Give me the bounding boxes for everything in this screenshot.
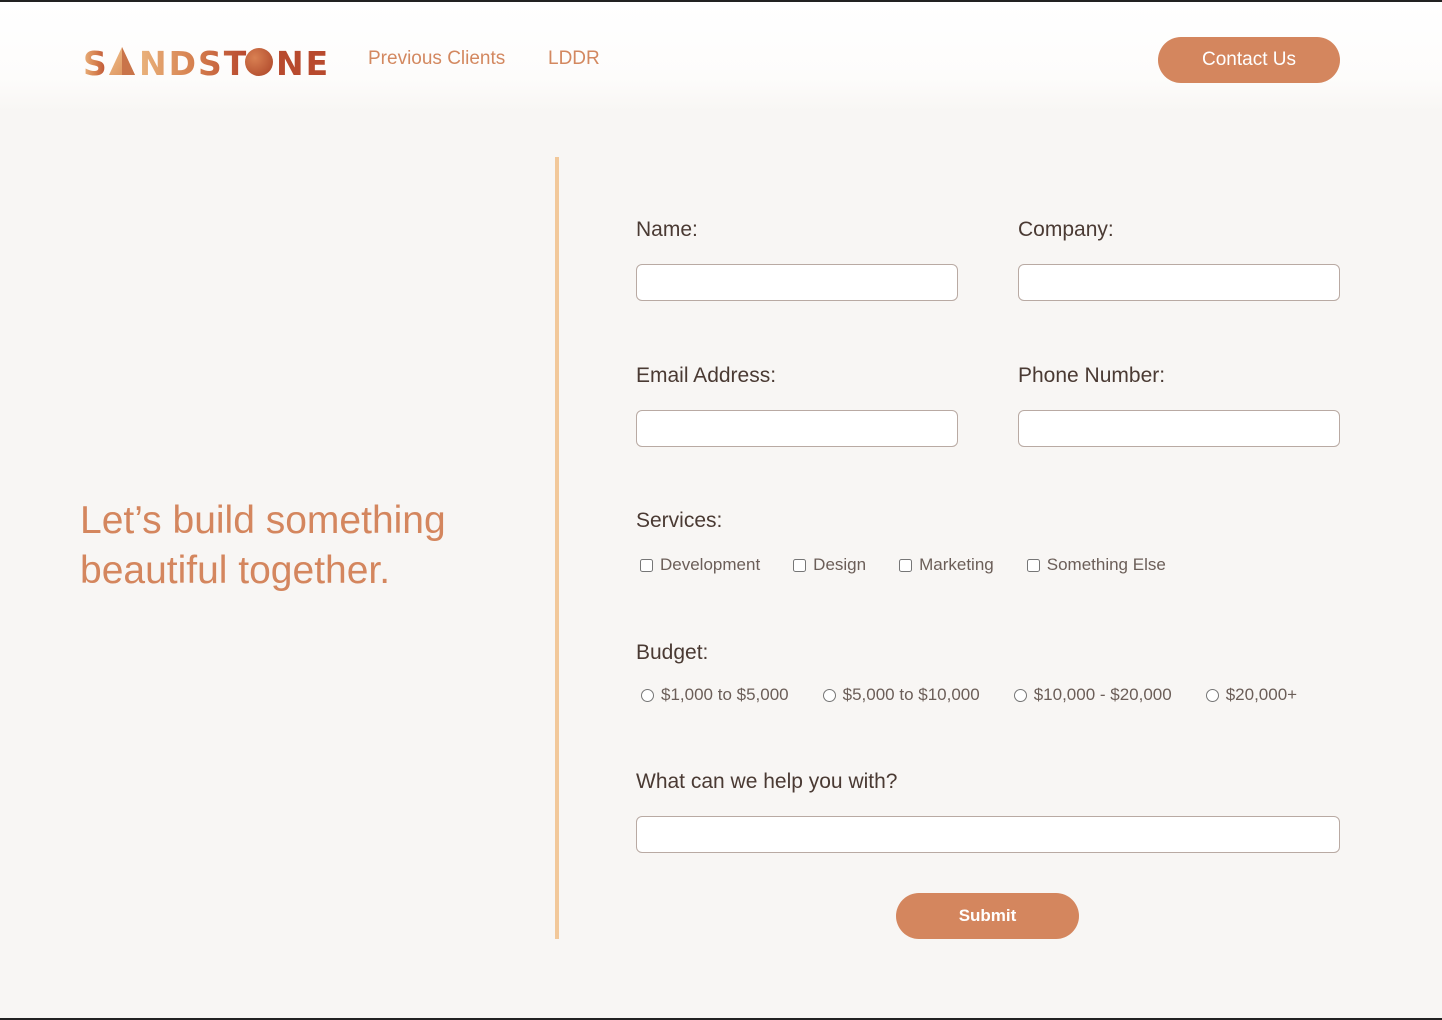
help-input[interactable] bbox=[636, 816, 1340, 853]
services-label: Services: bbox=[636, 509, 723, 532]
name-label: Name: bbox=[636, 218, 698, 241]
marketing-checkbox[interactable] bbox=[899, 558, 913, 572]
site-header: S NDST NE Previous Clients LDDR Contact … bbox=[0, 2, 1442, 112]
budget-options: $1,000 to $5,000 $5,000 to $10,000 $10,0… bbox=[641, 685, 1297, 705]
design-checkbox[interactable] bbox=[793, 558, 807, 572]
service-option-something-else[interactable]: Something Else bbox=[1026, 555, 1166, 575]
company-label: Company: bbox=[1018, 218, 1114, 241]
contact-us-button[interactable]: Contact Us bbox=[1158, 37, 1340, 83]
budget-radio-4[interactable] bbox=[1205, 688, 1219, 702]
phone-label: Phone Number: bbox=[1018, 364, 1166, 387]
budget-radio-1[interactable] bbox=[641, 688, 654, 702]
sandstone-logo-graphic: S NDST NE bbox=[83, 44, 328, 82]
budget-option-3[interactable]: $10,000 - $20,000 bbox=[1013, 685, 1172, 705]
phone-input[interactable] bbox=[1018, 410, 1340, 447]
svg-text:NE: NE bbox=[276, 44, 328, 82]
service-option-design[interactable]: Design bbox=[793, 555, 866, 575]
budget-option-1[interactable]: $1,000 to $5,000 bbox=[641, 685, 789, 705]
budget-option-2[interactable]: $5,000 to $10,000 bbox=[822, 685, 980, 705]
nav-previous-clients[interactable]: Previous Clients bbox=[368, 48, 505, 70]
budget-label-4: $20,000+ bbox=[1225, 685, 1298, 704]
design-label: Design bbox=[813, 555, 867, 574]
company-input[interactable] bbox=[1018, 264, 1340, 301]
sandstone-logo[interactable]: S NDST NE bbox=[83, 42, 328, 82]
submit-button[interactable]: Submit bbox=[896, 893, 1079, 939]
budget-label-1: $1,000 to $5,000 bbox=[661, 685, 789, 704]
svg-text:NDST: NDST bbox=[139, 44, 248, 82]
development-checkbox[interactable] bbox=[640, 558, 653, 572]
budget-radio-2[interactable] bbox=[822, 688, 836, 702]
budget-label-2: $5,000 to $10,000 bbox=[842, 685, 980, 704]
help-label: What can we help you with? bbox=[636, 770, 898, 793]
hero-tagline: Let’s build something beautiful together… bbox=[80, 499, 446, 592]
marketing-label: Marketing bbox=[919, 555, 994, 574]
budget-option-4[interactable]: $20,000+ bbox=[1205, 685, 1298, 705]
budget-label: Budget: bbox=[636, 641, 709, 664]
something-else-label: Something Else bbox=[1046, 555, 1166, 574]
email-input[interactable] bbox=[636, 410, 958, 447]
nav-lddr[interactable]: LDDR bbox=[548, 48, 600, 70]
budget-label-3: $10,000 - $20,000 bbox=[1033, 685, 1172, 704]
services-options: Development Design Marketing Something E… bbox=[640, 555, 1166, 575]
vertical-divider bbox=[555, 157, 559, 939]
service-option-marketing[interactable]: Marketing bbox=[899, 555, 994, 575]
name-input[interactable] bbox=[636, 264, 958, 301]
svg-text:S: S bbox=[83, 44, 109, 82]
service-option-development[interactable]: Development bbox=[640, 555, 760, 575]
budget-radio-3[interactable] bbox=[1013, 688, 1027, 702]
development-label: Development bbox=[660, 555, 761, 574]
email-label: Email Address: bbox=[636, 364, 777, 387]
something-else-checkbox[interactable] bbox=[1026, 558, 1040, 572]
